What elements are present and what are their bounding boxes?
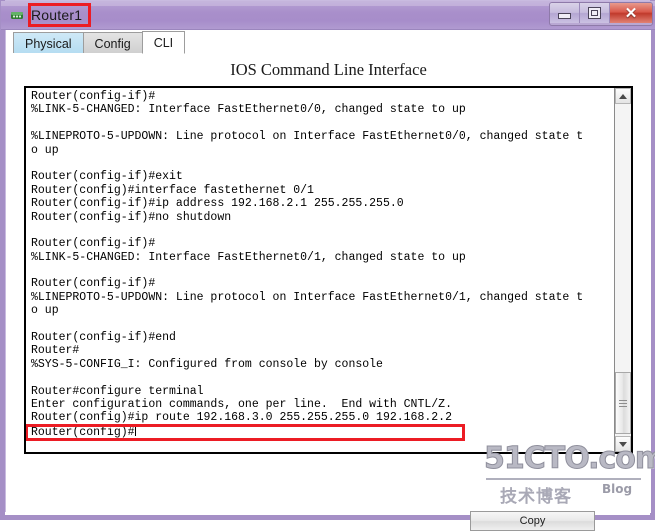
terminal-line: %LINEPROTO-5-UPDOWN: Line protocol on In… bbox=[31, 290, 584, 304]
terminal-line: Router(config-if)# bbox=[31, 277, 156, 291]
page-title: IOS Command Line Interface bbox=[230, 60, 427, 79]
router-cli-window: Router1 ✕ Physical Config CLI IOS Comman… bbox=[0, 0, 655, 531]
tab-physical[interactable]: Physical bbox=[13, 32, 84, 54]
scrollbar-grip-icon bbox=[619, 399, 627, 407]
window-inner-frame: Router1 ✕ Physical Config CLI IOS Comman… bbox=[1, 0, 655, 531]
maximize-icon bbox=[588, 7, 601, 19]
terminal-line: %LINK-5-CHANGED: Interface FastEthernet0… bbox=[31, 103, 466, 117]
scroll-down-arrow-icon[interactable] bbox=[615, 436, 631, 452]
window-controls: ✕ bbox=[549, 2, 653, 26]
maximize-button[interactable] bbox=[580, 3, 610, 23]
cli-panel: IOS Command Line Interface Router(config… bbox=[6, 53, 651, 531]
text-cursor bbox=[134, 424, 136, 436]
terminal-line: Router#configure terminal bbox=[31, 384, 204, 398]
terminal-line: o up bbox=[31, 304, 59, 318]
terminal-line: %LINEPROTO-5-UPDOWN: Line protocol on In… bbox=[31, 130, 584, 144]
terminal-line: Router(config-if)# bbox=[31, 90, 156, 103]
chevron-down-icon bbox=[619, 441, 627, 447]
tab-cli[interactable]: CLI bbox=[141, 31, 186, 54]
window-title: Router1 bbox=[31, 7, 83, 23]
scrollbar-thumb[interactable] bbox=[615, 372, 631, 434]
window-title-wrap: Router1 bbox=[31, 4, 82, 26]
minimize-icon bbox=[558, 13, 571, 19]
close-icon: ✕ bbox=[624, 4, 638, 22]
title-bar[interactable]: Router1 ✕ bbox=[1, 1, 655, 30]
terminal-line: Router# bbox=[31, 344, 80, 358]
terminal-output[interactable]: Router(config-if)# %LINK-5-CHANGED: Inter… bbox=[26, 88, 614, 452]
terminal-line: Router(config)#interface fastethernet 0/… bbox=[31, 183, 314, 197]
minimize-button[interactable] bbox=[550, 3, 580, 23]
terminal-line: Router(config-if)#exit bbox=[31, 170, 183, 184]
terminal-line: Router(config)#ip route 192.168.3.0 255.… bbox=[31, 411, 452, 425]
terminal-line: Router(config-if)#end bbox=[31, 331, 176, 345]
terminal-line: Router(config)# bbox=[31, 424, 136, 439]
copy-button[interactable]: Copy bbox=[470, 511, 595, 531]
scroll-up-arrow-icon[interactable] bbox=[615, 88, 631, 104]
chevron-up-icon bbox=[619, 93, 627, 99]
terminal-scrollbar[interactable] bbox=[614, 88, 631, 452]
terminal-area[interactable]: Router(config-if)# %LINK-5-CHANGED: Inter… bbox=[24, 86, 633, 454]
tab-config[interactable]: Config bbox=[82, 32, 143, 54]
router-icon bbox=[11, 12, 23, 19]
terminal-line: o up bbox=[31, 143, 59, 157]
terminal-line: Router(config-if)# bbox=[31, 237, 156, 251]
tab-bar: Physical Config CLI bbox=[6, 30, 651, 54]
terminal-line: Router(config-if)#ip address 192.168.2.1… bbox=[31, 197, 404, 211]
terminal-line: %LINK-5-CHANGED: Interface FastEthernet0… bbox=[31, 250, 466, 264]
close-button[interactable]: ✕ bbox=[610, 3, 652, 23]
terminal-line: Enter configuration commands, one per li… bbox=[31, 397, 452, 411]
terminal-line: %SYS-5-CONFIG_I: Configured from console… bbox=[31, 357, 383, 371]
terminal-line: Router(config-if)#no shutdown bbox=[31, 210, 232, 224]
scrollbar-track[interactable] bbox=[615, 104, 631, 436]
